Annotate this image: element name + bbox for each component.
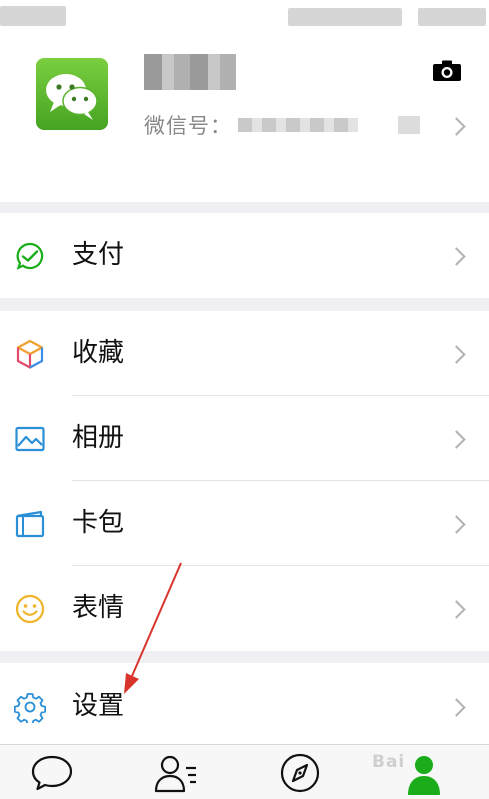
- wechat-id-label: 微信号：: [144, 114, 232, 138]
- status-indicators-blurred: [288, 8, 402, 26]
- menu-label-stickers: 表情: [72, 593, 125, 623]
- tab-me-icon[interactable]: [400, 751, 448, 795]
- battery-blurred: [418, 8, 486, 26]
- menu-item-card-wallet[interactable]: 卡包: [0, 481, 489, 566]
- settings-section: 设置: [0, 663, 489, 748]
- watermark-text: Bai: [372, 752, 406, 772]
- pay-icon: [16, 242, 44, 270]
- menu-item-settings[interactable]: 设置: [0, 663, 489, 748]
- profile-card[interactable]: 微信号：: [0, 34, 489, 202]
- tab-discover-icon[interactable]: [276, 751, 324, 795]
- chevron-right-icon: [447, 247, 466, 266]
- features-section: 收藏 相册 卡包 表情: [0, 311, 489, 651]
- chevron-right-icon: [447, 345, 466, 364]
- chevron-right-icon: [447, 515, 466, 534]
- chevron-right-icon: [447, 117, 466, 136]
- menu-label-settings: 设置: [72, 691, 125, 721]
- wechat-logo-icon: [46, 74, 98, 120]
- status-time-blurred: [0, 6, 66, 26]
- menu-item-pay[interactable]: 支付: [0, 213, 489, 298]
- wechat-id-row: 微信号：: [144, 112, 420, 138]
- tab-chats-icon[interactable]: [28, 751, 76, 795]
- menu-item-album[interactable]: 相册: [0, 396, 489, 481]
- wechat-id-blurred: [238, 118, 358, 132]
- chevron-right-icon: [447, 698, 466, 717]
- bottom-tab-bar: [0, 744, 489, 799]
- tab-contacts-icon[interactable]: [152, 751, 200, 795]
- menu-label-album: 相册: [72, 423, 125, 453]
- camera-icon[interactable]: [432, 60, 462, 82]
- menu-label-pay: 支付: [72, 240, 125, 270]
- pay-section: 支付: [0, 213, 489, 298]
- favorites-cube-icon: [16, 339, 44, 369]
- chevron-right-icon: [447, 600, 466, 619]
- smiley-icon: [15, 594, 45, 624]
- chevron-right-icon: [447, 430, 466, 449]
- settings-gear-icon: [14, 693, 46, 723]
- wechat-id-blurred-tail: [398, 116, 420, 134]
- menu-label-card-wallet: 卡包: [72, 508, 125, 538]
- menu-item-favorites[interactable]: 收藏: [0, 311, 489, 396]
- card-wallet-icon: [15, 510, 45, 538]
- avatar[interactable]: [36, 58, 108, 130]
- menu-label-favorites: 收藏: [72, 338, 125, 368]
- nickname-blurred: [144, 54, 236, 90]
- album-icon: [15, 426, 45, 452]
- status-bar: [0, 0, 489, 34]
- menu-item-stickers[interactable]: 表情: [0, 566, 489, 651]
